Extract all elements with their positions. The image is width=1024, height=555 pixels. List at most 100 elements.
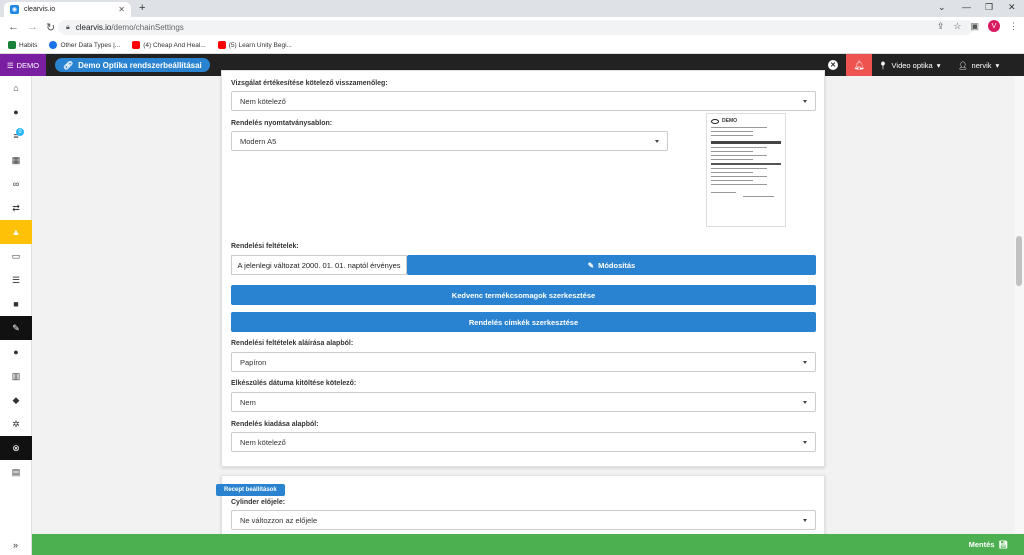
forward-icon[interactable]: → (27, 21, 38, 33)
receipt-settings-tag: Recept beállítások (216, 484, 285, 496)
calendar-icon[interactable]: ▦ (0, 148, 32, 172)
user-icon[interactable]: ● (0, 100, 32, 124)
floppy-disk-icon: 💾︎ (998, 540, 1008, 549)
new-tab-icon[interactable]: + (139, 2, 145, 14)
order-settings-card: Vizsgálat értékesítése kötelező visszame… (221, 70, 825, 467)
caret-down-icon (803, 100, 807, 103)
preview-brand: DEMO (722, 118, 737, 124)
shop-icon[interactable]: ▲ (0, 220, 32, 244)
person-icon[interactable]: ● (0, 340, 32, 364)
exam-finalize-select[interactable]: Nem kötelező (231, 91, 816, 111)
youtube-icon (132, 41, 141, 49)
sign-select[interactable]: Papíron (231, 352, 816, 372)
cylinder-select[interactable]: Ne változzon az előjele (231, 510, 816, 530)
eye-logo-icon (711, 118, 719, 124)
sidebar-collapse-icon[interactable]: » (0, 534, 32, 555)
issue-label: Rendelés kiadása alapból: (231, 421, 319, 428)
gear-icon[interactable]: ✲ (0, 412, 32, 436)
browser-tab[interactable]: ◉ clearvis.io ✕ (4, 2, 131, 17)
menu-icon[interactable]: ☰ (0, 268, 32, 292)
receipt-settings-card: Cylinder előjele: Ne változzon az előjel… (221, 475, 825, 537)
close-icon[interactable]: ⊗ (0, 436, 32, 460)
hamburger-icon: ☰ (6, 60, 14, 70)
demo-menu-button[interactable]: ☰ DEMO (0, 54, 46, 76)
pencil-icon: ✎ (587, 260, 595, 270)
shop-selector[interactable]: 📍︎ Video optika ▾ (878, 54, 940, 76)
site-favicon-icon: ◉ (10, 5, 19, 14)
location-pin-icon: 📍︎ (878, 60, 888, 70)
url-host: clearvis.io (75, 23, 112, 32)
sidebar-badge: 0 (16, 128, 24, 136)
star-icon[interactable]: ☆ (953, 21, 961, 32)
briefcase-icon[interactable]: ■ (0, 292, 32, 316)
terms-label: Rendelési feltételek: (231, 243, 299, 250)
sidepanel-icon[interactable]: ▣ (970, 21, 979, 32)
address-bar-row: ← → ↻ 🔒︎ clearvis.io/demo/chainSettings … (0, 17, 1024, 37)
link-icon: 🔗︎ (63, 60, 74, 70)
profile-avatar[interactable]: V (988, 20, 1000, 32)
caret-down-icon (803, 441, 807, 444)
print-template-label: Rendelés nyomtatványsablon: (231, 120, 333, 127)
sign-label: Rendelési feltételek aláírása alapból: (231, 340, 354, 347)
print-template-select[interactable]: Modern A5 (231, 131, 668, 151)
url-field[interactable]: 🔒︎ clearvis.io/demo/chainSettings (58, 20, 974, 35)
bell-icon: 🔔︎ (853, 59, 865, 70)
url-path: /demo/chainSettings (111, 23, 184, 32)
reload-icon[interactable]: ↻ (46, 21, 55, 34)
bookmark-icon (8, 41, 16, 49)
tag-icon[interactable]: ◆ (0, 388, 32, 412)
issue-select[interactable]: Nem kötelező (231, 432, 816, 452)
glasses-icon[interactable]: ∞ (0, 172, 32, 196)
page-title: 🔗︎ Demo Optika rendszerbeállításai (55, 58, 210, 72)
share-icon[interactable]: ⇪ (937, 21, 945, 32)
bookmark-item[interactable]: Habits (8, 41, 37, 49)
youtube-icon (217, 41, 226, 49)
restore-icon[interactable]: ❐ (985, 2, 993, 13)
save-button[interactable]: Mentés 💾︎ (969, 534, 1008, 555)
minimize-icon[interactable]: — (962, 2, 971, 12)
terms-version: A jelenlegi változat 2000. 01. 01. naptó… (231, 255, 407, 275)
list-icon[interactable]: ≡ 0 (0, 124, 32, 148)
bookmark-icon (49, 41, 58, 49)
caret-down-icon (803, 361, 807, 364)
browser-tabstrip: ◉ clearvis.io ✕ + ⌄ — ❐ ✕ (0, 0, 1024, 17)
order-labels-button[interactable]: Rendelés címkék szerkesztése (231, 312, 816, 332)
bookmark-item[interactable]: (5) Learn Unity Begi... (217, 41, 292, 49)
user-icon: 👤︎ (958, 60, 968, 70)
archive-icon[interactable]: ▤ (0, 460, 32, 484)
window-close-icon[interactable]: ✕ (1008, 2, 1016, 13)
cylinder-label: Cylinder előjele: (231, 499, 286, 506)
caret-down-icon (655, 140, 659, 143)
bookmark-item[interactable]: (4) Cheap And Heal... (132, 41, 206, 49)
modify-terms-button[interactable]: ✎ Módosítás (407, 255, 816, 275)
lock-icon: 🔒︎ (66, 23, 70, 31)
user-menu[interactable]: 👤︎ nervik ▾ (958, 54, 999, 76)
caret-down-icon (803, 519, 807, 522)
browser-menu-icon[interactable]: ⋮ (1009, 21, 1018, 32)
receipt-template-preview: DEMO (706, 113, 786, 227)
close-icon: ✕ (828, 60, 838, 70)
tab-close-icon[interactable]: ✕ (118, 5, 125, 14)
scrollbar-thumb[interactable] (1016, 236, 1022, 286)
home-icon[interactable]: ⌂ (0, 76, 32, 100)
due-date-label: Elkészülés dátuma kitöltése kötelező: (231, 380, 357, 387)
exam-finalize-label: Vizsgálat értékesítése kötelező visszame… (231, 80, 388, 87)
chevron-down-icon: ▾ (995, 60, 1000, 70)
repeat-icon[interactable]: ⇄ (0, 196, 32, 220)
bookmark-item[interactable]: Other Data Types |... (49, 41, 120, 49)
scrollbar-track[interactable] (1014, 76, 1024, 534)
sidebar: ⌂ ● ≡ 0 ▦ ∞ ⇄ ▲ ▭ ☰ ■ ✎ ● ▥ ◆ ✲ ⊗ ▤ (0, 76, 32, 555)
building-icon[interactable]: ▥ (0, 364, 32, 388)
tab-search-icon[interactable]: ⌄ (938, 2, 946, 13)
favorite-packages-button[interactable]: Kedvenc termékcsomagok szerkesztése (231, 285, 816, 305)
caret-down-icon (803, 401, 807, 404)
chevron-down-icon: ▾ (936, 60, 941, 70)
money-icon[interactable]: ▭ (0, 244, 32, 268)
footer-bar: Mentés 💾︎ (32, 534, 1024, 555)
tab-title: clearvis.io (24, 6, 56, 13)
notifications-button[interactable]: 🔔︎ (846, 54, 872, 76)
wrench-icon[interactable]: ✎ (0, 316, 32, 340)
bookmarks-bar: Habits Other Data Types |... (4) Cheap A… (0, 37, 1024, 54)
due-date-select[interactable]: Nem (231, 392, 816, 412)
back-icon[interactable]: ← (8, 21, 19, 33)
